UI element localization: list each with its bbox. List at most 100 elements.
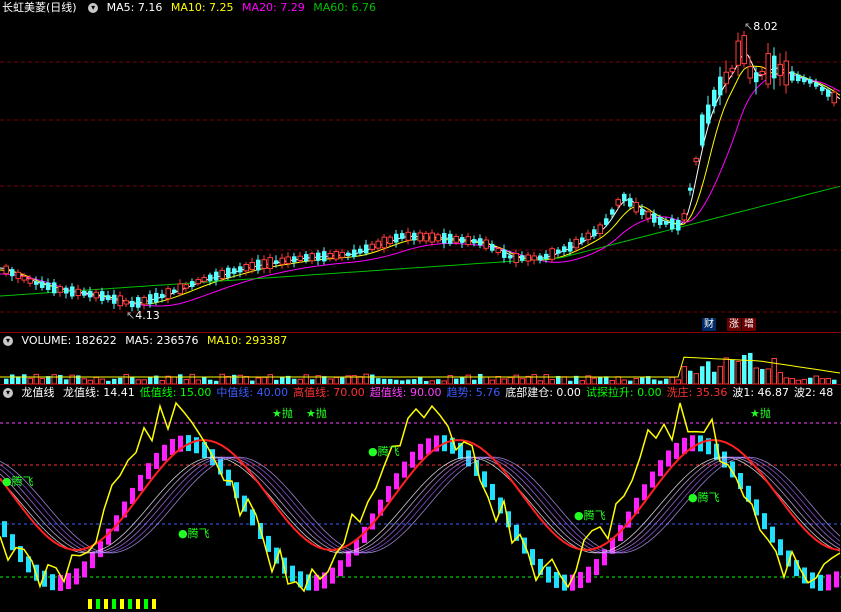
volume-bar — [706, 361, 711, 384]
candle-body — [796, 74, 801, 82]
volume-bar — [598, 376, 603, 384]
candle-body — [183, 284, 189, 289]
candle-body — [700, 114, 705, 146]
indicator-value-4: 超值线: 90.00 — [369, 386, 442, 399]
histogram-bar — [2, 521, 7, 538]
candle-body — [465, 236, 471, 246]
candle-body — [339, 251, 345, 258]
histogram-bar — [666, 450, 671, 467]
candle-body — [513, 252, 519, 264]
volume-bar — [688, 370, 693, 384]
candle-body — [670, 218, 675, 230]
volume-bar — [513, 374, 519, 384]
candle-body — [358, 248, 363, 254]
candle-body — [652, 213, 657, 223]
volume-bar — [370, 374, 375, 384]
histogram-bar — [146, 463, 151, 480]
indicator-value-6: 底部建仓: 0.00 — [505, 386, 581, 399]
volume-legend: VOLUME: 182622 — [21, 334, 117, 347]
signal-label: ★抛 — [272, 407, 293, 420]
candle-body — [3, 265, 9, 275]
candle-body — [412, 232, 417, 241]
candle-body — [544, 253, 549, 259]
chevron-down-icon[interactable]: ▾ — [88, 3, 99, 13]
candle-body — [309, 253, 315, 262]
indicator-value-5: 趋势: 5.76 — [446, 386, 501, 399]
price-panel[interactable]: 长虹美菱(日线) ▾ MA5: 7.16 MA10: 7.25 MA20: 7.… — [0, 0, 841, 332]
candle-body — [453, 236, 459, 243]
finance-badge[interactable]: 财 — [702, 318, 716, 331]
candle-body — [154, 292, 159, 303]
candle-body — [201, 277, 207, 282]
indicator-panel[interactable]: ▾ 龙值线 龙值线: 14.41 低值线: 15.00 中值线: 40.00 高值线:… — [0, 385, 841, 612]
candle-body — [622, 193, 627, 202]
candle-body — [808, 79, 813, 84]
volume-bar — [693, 373, 699, 384]
candle-body — [693, 157, 699, 163]
candle-body — [208, 274, 213, 281]
chevron-down-icon[interactable]: ▾ — [3, 336, 13, 346]
volume-bar — [495, 375, 501, 384]
candle-body — [460, 237, 465, 243]
volume-panel[interactable]: ▾ VOLUME: 182622 MA5: 236576 MA10: 29338… — [0, 333, 841, 384]
indicator-value-0: 龙值线: 14.41 — [63, 386, 135, 399]
candle-body — [292, 256, 297, 263]
indicator-value-1: 低值线: 15.00 — [139, 386, 212, 399]
candle-body — [352, 249, 357, 257]
volume-bar — [777, 372, 783, 384]
histogram-bar — [170, 438, 175, 455]
volume-bar — [58, 374, 63, 384]
low-price-marker: ↖4.13 — [126, 309, 160, 322]
candle-body — [165, 288, 171, 300]
candle-body — [100, 291, 105, 301]
candle-body — [256, 259, 261, 271]
candle-body — [826, 89, 831, 97]
volume-bar — [202, 377, 207, 384]
candle-body — [172, 289, 177, 293]
rise-badge[interactable]: 涨 — [727, 318, 741, 331]
candle-body — [645, 211, 651, 219]
candle-body — [106, 295, 111, 301]
candle-body — [364, 244, 369, 254]
bottom-marker — [128, 599, 132, 609]
signal-label: ●腾飞 — [2, 475, 34, 488]
signal-label: ●腾飞 — [178, 527, 210, 540]
indicator-name: 龙值线 — [21, 386, 55, 399]
candle-body — [735, 40, 741, 66]
histogram-bar — [418, 443, 423, 460]
candle-body — [664, 220, 669, 225]
volume-ma5-legend: MA5: 236576 — [125, 334, 199, 347]
volume-bar — [123, 373, 129, 384]
volume-bar — [700, 366, 705, 384]
volume-bar — [478, 374, 483, 384]
candle-body — [34, 281, 39, 285]
candle-body — [597, 224, 603, 234]
histogram-bar — [762, 513, 767, 530]
ma20-legend: MA20: 7.29 — [242, 1, 305, 14]
candle-body — [369, 243, 375, 250]
chevron-down-icon[interactable]: ▾ — [3, 388, 13, 398]
candle-body — [483, 239, 489, 249]
candle-body — [40, 281, 45, 288]
candle-body — [394, 233, 399, 243]
histogram-bar — [82, 561, 87, 578]
candle-body — [238, 266, 243, 273]
volume-bar — [712, 371, 717, 384]
volume-bar — [748, 352, 753, 384]
candle-body — [633, 202, 639, 213]
volume-bar — [33, 373, 39, 384]
histogram-bar — [226, 469, 231, 486]
candle-body — [148, 294, 153, 305]
bottom-marker — [152, 599, 156, 609]
indicator-value-9: 波1: 46.87 — [732, 386, 790, 399]
candle-body — [585, 232, 591, 241]
increase-badge[interactable]: 增 — [742, 318, 756, 331]
candle-body — [681, 213, 687, 221]
candle-body — [297, 255, 303, 261]
candle-body — [490, 243, 495, 251]
histogram-bar — [658, 460, 663, 477]
candlestick-chart[interactable] — [0, 0, 841, 332]
candle-body — [123, 300, 129, 305]
candle-body — [70, 286, 75, 297]
volume-bar — [742, 355, 747, 384]
